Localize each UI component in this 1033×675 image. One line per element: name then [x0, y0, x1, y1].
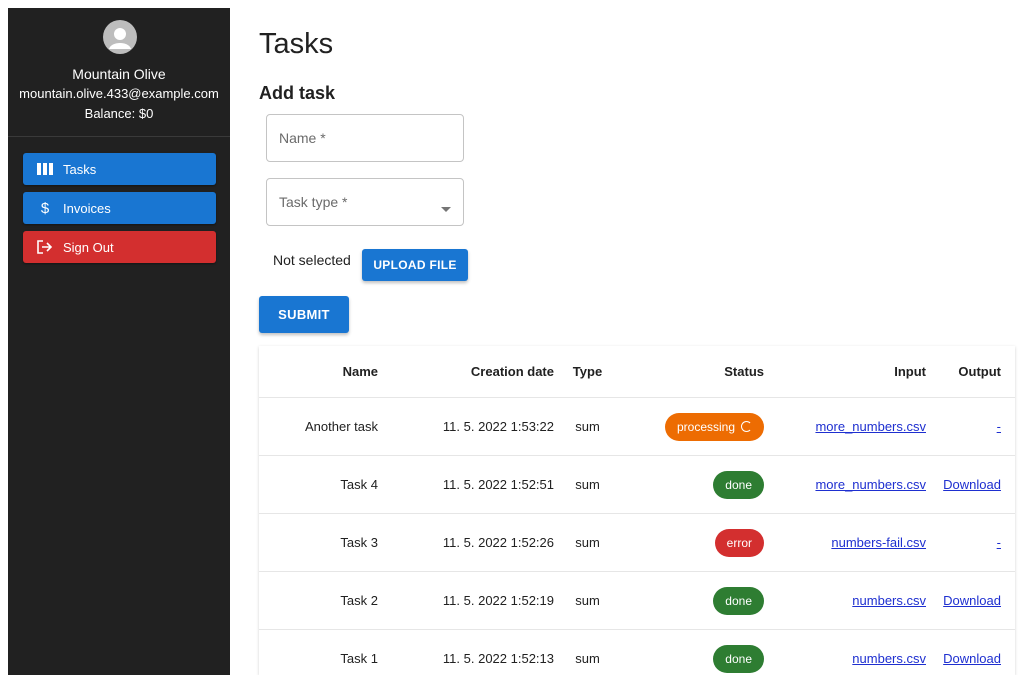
task-input-cell: numbers-fail.csv	[764, 513, 926, 572]
input-file-link[interactable]: more_numbers.csv	[815, 477, 926, 492]
input-file-link[interactable]: numbers.csv	[852, 651, 926, 666]
task-type-select[interactable]: Task type *	[266, 178, 464, 226]
download-link[interactable]: Download	[943, 593, 1001, 608]
status-badge: done	[713, 644, 764, 673]
header-input: Input	[764, 346, 926, 398]
task-status-cell: done	[621, 455, 764, 514]
output-link[interactable]: -	[997, 419, 1001, 434]
table-row: Task 2 11. 5. 2022 1:52:19 sum done numb…	[259, 571, 1015, 630]
columns-icon	[37, 162, 53, 176]
task-input-cell: numbers.csv	[764, 629, 926, 675]
status-badge: done	[713, 470, 764, 499]
upload-file-button[interactable]: UPLOAD FILE	[362, 249, 468, 281]
spinner-icon	[741, 421, 752, 432]
status-label: processing	[676, 419, 735, 434]
table-header-row: Name Creation date Type Status Input Out…	[259, 346, 1015, 398]
download-link[interactable]: Download	[943, 477, 1001, 492]
task-name-input[interactable]: Name *	[266, 114, 464, 162]
task-type: sum	[554, 571, 621, 630]
header-output: Output	[926, 346, 1015, 398]
file-status: Not selected	[273, 252, 351, 268]
task-name-placeholder: Name *	[279, 130, 326, 146]
input-file-link[interactable]: more_numbers.csv	[815, 419, 926, 434]
nav-sign-out-label: Sign Out	[63, 239, 114, 255]
task-date: 11. 5. 2022 1:52:26	[391, 513, 554, 572]
task-name: Another task	[259, 397, 391, 456]
submit-button[interactable]: SUBMIT	[259, 296, 349, 333]
task-date: 11. 5. 2022 1:52:51	[391, 455, 554, 514]
nav-tasks-label: Tasks	[63, 161, 97, 177]
task-name: Task 3	[259, 513, 391, 572]
add-task-title: Add task	[259, 83, 336, 103]
header-name: Name	[259, 346, 391, 398]
task-status-cell: error	[621, 513, 764, 572]
output-link[interactable]: -	[997, 535, 1001, 550]
task-status-cell: done	[621, 571, 764, 630]
task-output-cell: Download	[926, 629, 1015, 675]
input-file-link[interactable]: numbers.csv	[852, 593, 926, 608]
task-date: 11. 5. 2022 1:52:19	[391, 571, 554, 630]
table-row: Task 3 11. 5. 2022 1:52:26 sum error num…	[259, 513, 1015, 572]
table-row: Task 1 11. 5. 2022 1:52:13 sum done numb…	[259, 629, 1015, 675]
task-date: 11. 5. 2022 1:53:22	[391, 397, 554, 456]
task-name: Task 2	[259, 571, 391, 630]
task-status-cell: processing	[621, 397, 764, 456]
task-type: sum	[554, 397, 621, 456]
page-title: Tasks	[259, 28, 334, 60]
status-badge: done	[713, 586, 764, 615]
table-row: Task 4 11. 5. 2022 1:52:51 sum done more…	[259, 455, 1015, 514]
task-output-cell: -	[926, 513, 1015, 572]
header-type: Type	[554, 346, 621, 398]
nav-sign-out-button[interactable]: Sign Out	[23, 231, 216, 263]
task-name: Task 4	[259, 455, 391, 514]
task-input-cell: more_numbers.csv	[764, 455, 926, 514]
task-output-cell: Download	[926, 455, 1015, 514]
nav-tasks-button[interactable]: Tasks	[23, 153, 216, 185]
avatar-icon	[103, 20, 137, 54]
download-link[interactable]: Download	[943, 651, 1001, 666]
task-input-cell: numbers.csv	[764, 571, 926, 630]
nav-invoices-button[interactable]: $ Invoices	[23, 192, 216, 224]
chevron-down-icon	[441, 199, 451, 215]
sidebar: Mountain Olive mountain.olive.433@exampl…	[8, 8, 230, 675]
status-badge: processing	[664, 412, 764, 441]
header-status: Status	[621, 346, 764, 398]
task-date: 11. 5. 2022 1:52:13	[391, 629, 554, 675]
task-type: sum	[554, 455, 621, 514]
task-type: sum	[554, 629, 621, 675]
task-output-cell: -	[926, 397, 1015, 456]
input-file-link[interactable]: numbers-fail.csv	[831, 535, 926, 550]
user-email: mountain.olive.433@example.com	[19, 86, 219, 101]
header-creation-date: Creation date	[391, 346, 554, 398]
task-status-cell: done	[621, 629, 764, 675]
nav-invoices-label: Invoices	[63, 200, 111, 216]
task-input-cell: more_numbers.csv	[764, 397, 926, 456]
task-name: Task 1	[259, 629, 391, 675]
status-badge: error	[714, 528, 764, 557]
task-type-placeholder: Task type *	[279, 194, 348, 210]
table-row: Another task 11. 5. 2022 1:53:22 sum pro…	[259, 397, 1015, 456]
user-name: Mountain Olive	[72, 66, 166, 82]
user-profile: Mountain Olive mountain.olive.433@exampl…	[8, 8, 230, 137]
dollar-icon: $	[40, 199, 50, 217]
tasks-table: Name Creation date Type Status Input Out…	[259, 346, 1015, 675]
task-type: sum	[554, 513, 621, 572]
task-output-cell: Download	[926, 571, 1015, 630]
sign-out-icon	[37, 240, 53, 254]
user-balance: Balance: $0	[84, 106, 154, 121]
